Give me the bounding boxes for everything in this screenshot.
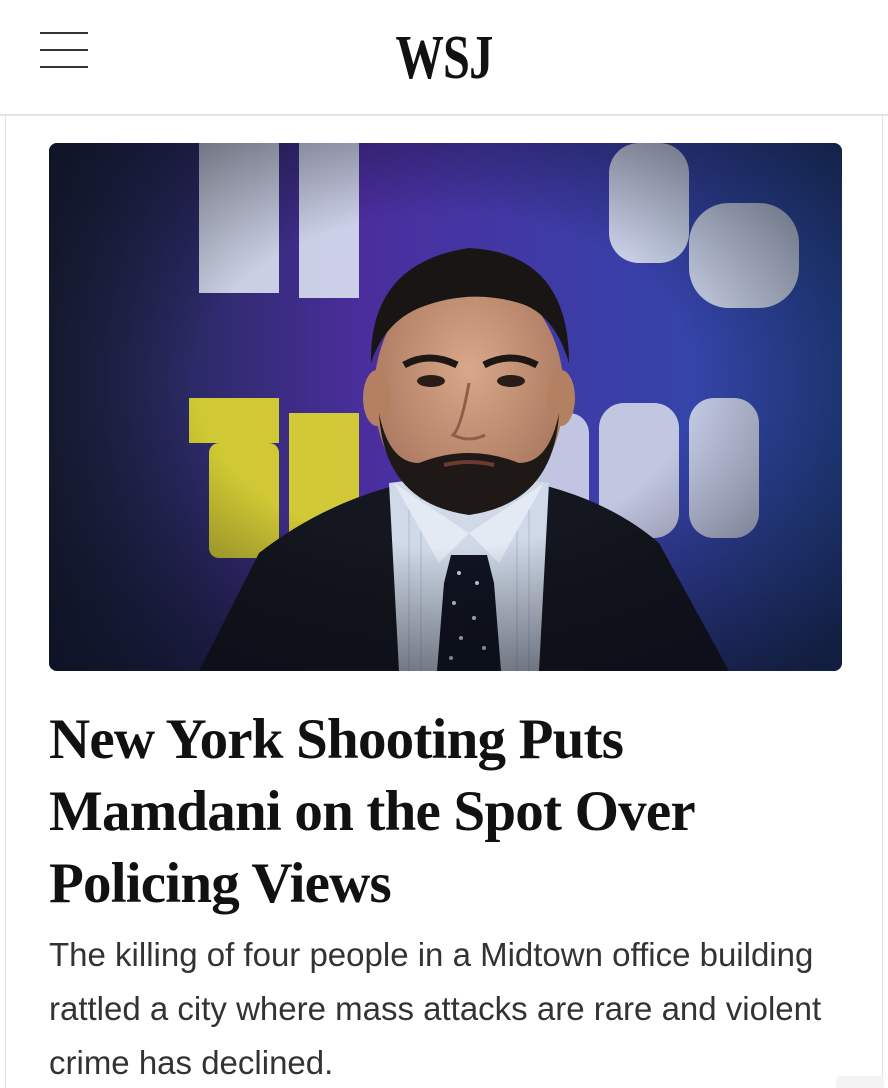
hero-image[interactable] <box>49 143 842 671</box>
menu-line <box>40 66 88 68</box>
corner-badge <box>836 1076 884 1088</box>
hamburger-menu-icon[interactable] <box>40 30 88 72</box>
menu-line <box>40 32 88 34</box>
menu-line <box>40 49 88 51</box>
article-headline[interactable]: New York Shooting Puts Mamdani on the Sp… <box>49 704 849 920</box>
site-header: WSJ <box>0 0 888 116</box>
article-dek: The killing of four people in a Midtown … <box>49 936 822 1081</box>
wsj-logo[interactable]: WSJ <box>98 22 791 94</box>
